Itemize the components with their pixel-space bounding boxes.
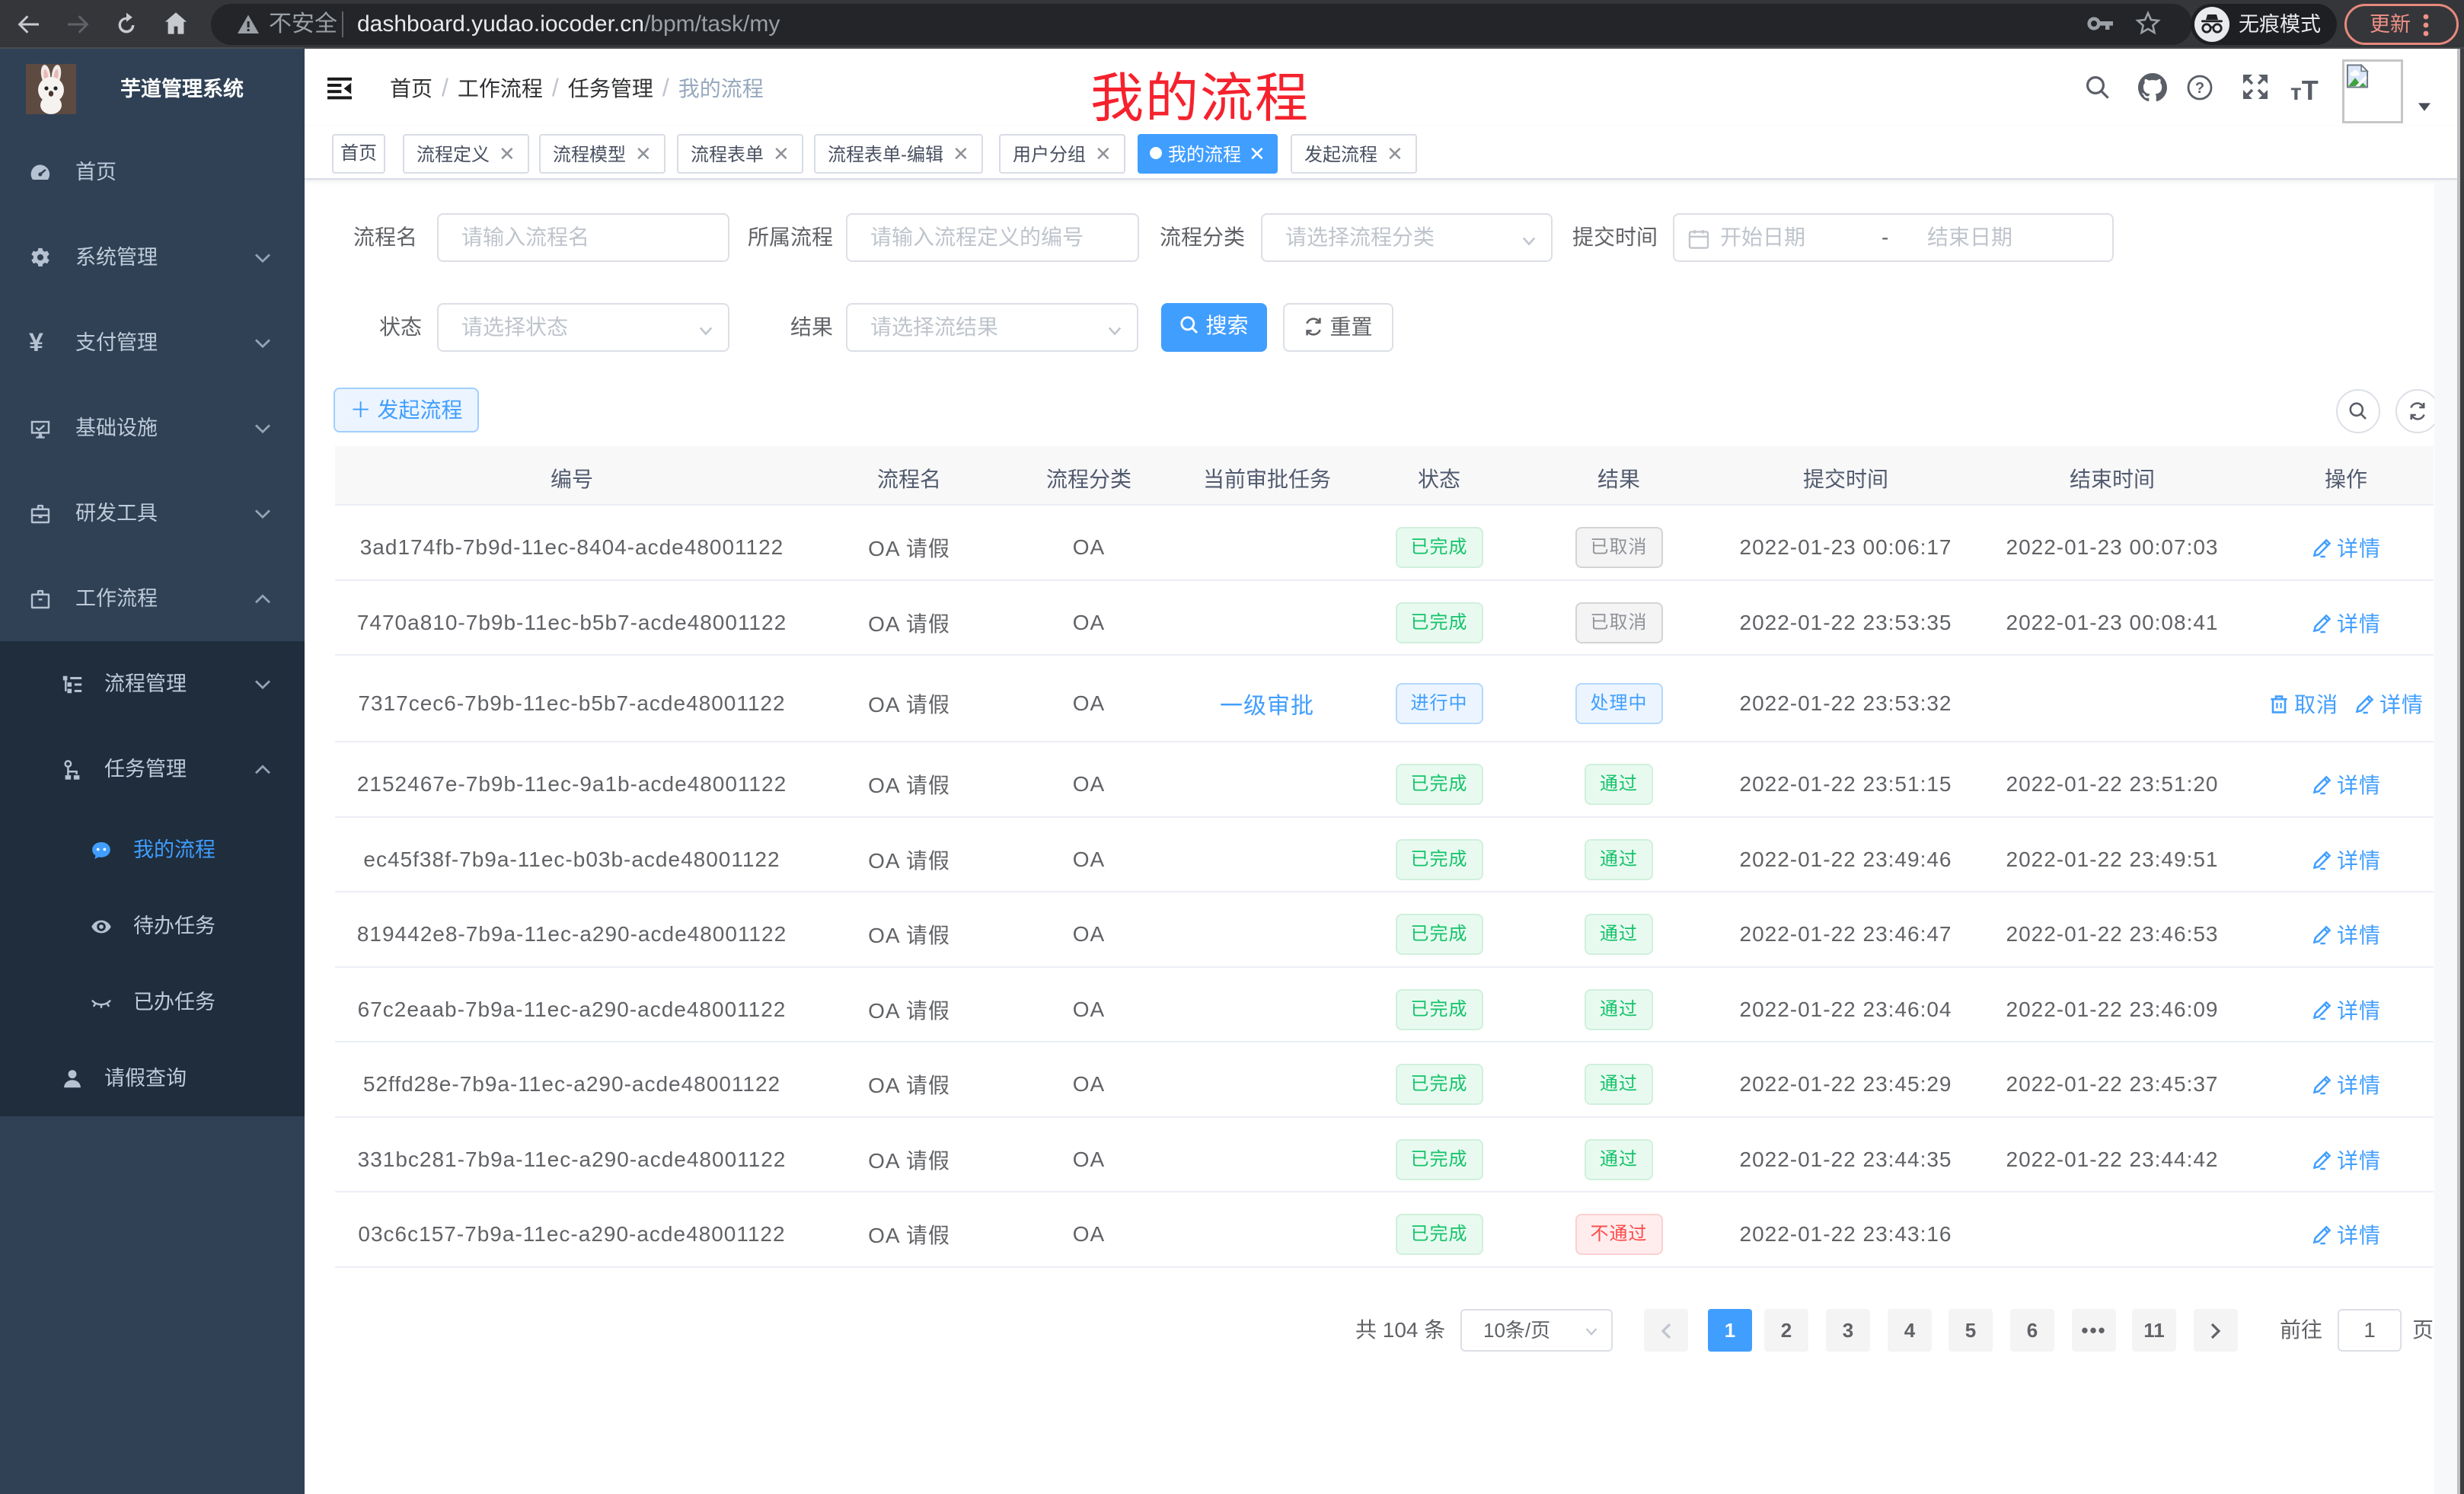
svg-text:?: ? [2195,80,2204,97]
